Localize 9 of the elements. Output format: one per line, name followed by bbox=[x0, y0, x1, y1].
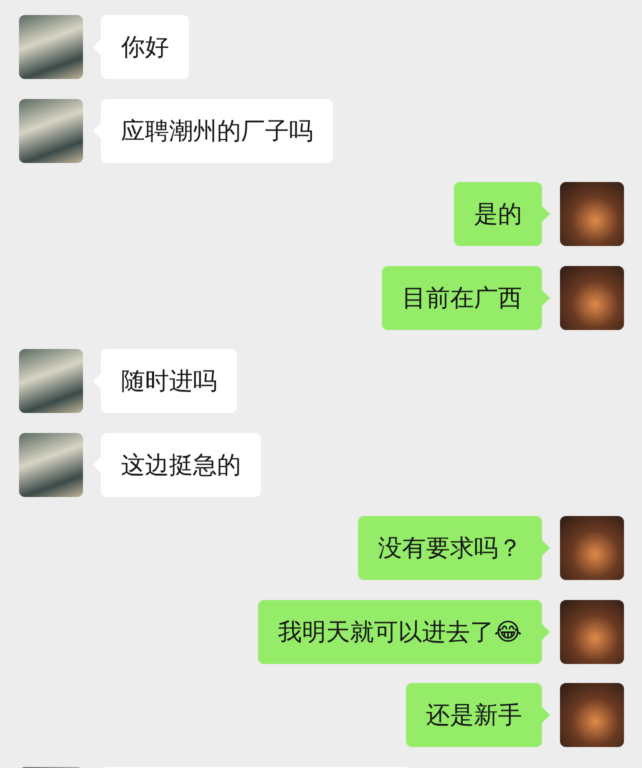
avatar-photo-placeholder[interactable] bbox=[19, 349, 83, 413]
avatar-photo-placeholder[interactable] bbox=[560, 266, 624, 330]
avatar-photo-placeholder[interactable] bbox=[560, 600, 624, 664]
avatar-photo-placeholder[interactable] bbox=[560, 683, 624, 747]
avatar-photo-placeholder[interactable] bbox=[19, 432, 83, 496]
avatar-photo-placeholder[interactable] bbox=[560, 516, 624, 580]
avatar-photo-placeholder[interactable] bbox=[19, 98, 83, 162]
avatar-photo-placeholder[interactable] bbox=[560, 182, 624, 246]
avatar-photo-placeholder[interactable] bbox=[19, 15, 83, 79]
